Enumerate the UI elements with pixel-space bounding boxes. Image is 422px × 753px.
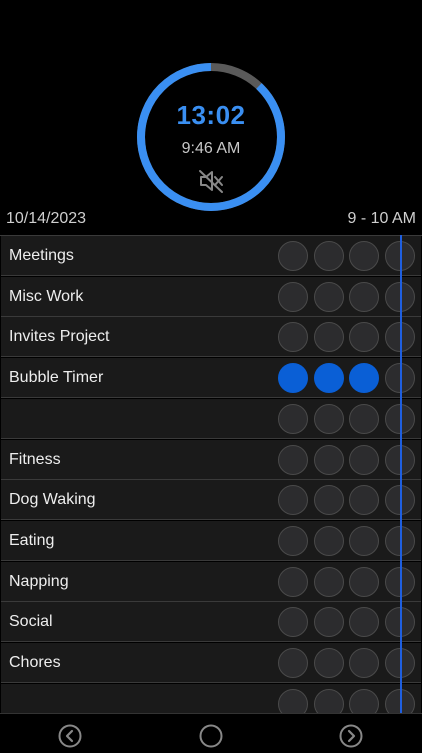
time-bubble[interactable]: [314, 403, 344, 434]
time-bubble[interactable]: [278, 607, 308, 638]
time-bubble[interactable]: [278, 281, 308, 312]
time-bubble[interactable]: [349, 281, 379, 312]
chevron-right-circle-icon[interactable]: [339, 724, 363, 748]
time-bubble[interactable]: [314, 485, 344, 516]
time-bubble[interactable]: [314, 607, 344, 638]
time-bubble[interactable]: [314, 241, 344, 271]
time-bubble[interactable]: [278, 688, 308, 714]
time-bubble[interactable]: [349, 525, 379, 556]
date-label: 10/14/2023: [6, 210, 87, 227]
activity-label: Dog Waking: [9, 491, 96, 509]
chevron-left-circle-icon[interactable]: [58, 724, 82, 748]
time-bubble[interactable]: [278, 322, 308, 353]
time-bubble[interactable]: [278, 566, 308, 597]
time-bubble[interactable]: [278, 403, 308, 434]
speaker-muted-icon[interactable]: [197, 167, 225, 195]
activity-row[interactable]: Bubble Timer: [1, 358, 421, 399]
activity-row[interactable]: Misc Work: [1, 276, 421, 317]
activity-label: Eating: [9, 531, 55, 549]
activity-row[interactable]: Meetings: [1, 236, 421, 276]
countdown-time: 13:02: [176, 100, 246, 130]
activity-label: Social: [9, 613, 53, 631]
time-bubble[interactable]: [349, 403, 379, 434]
time-bubble[interactable]: [349, 444, 379, 475]
time-bubble[interactable]: [278, 241, 308, 271]
activity-label: Invites Project: [9, 328, 110, 346]
activity-label: Bubble Timer: [9, 369, 104, 387]
activity-row[interactable]: [1, 683, 421, 714]
current-time-line: [400, 235, 402, 713]
time-bubble[interactable]: [349, 688, 379, 714]
activity-list: Meetings Misc Work Invites Project Bubble T…: [0, 235, 422, 714]
time-bubble[interactable]: [349, 607, 379, 638]
activity-label: Chores: [9, 654, 61, 671]
hour-range-label: 9 - 10 AM: [347, 210, 416, 227]
current-time: 9:46 AM: [181, 140, 241, 157]
time-bubble[interactable]: [314, 648, 344, 678]
activity-row[interactable]: Fitness: [1, 439, 421, 480]
time-bubble[interactable]: [278, 485, 308, 516]
activity-row[interactable]: Invites Project: [1, 317, 421, 358]
time-bubble[interactable]: [314, 444, 344, 475]
activity-row[interactable]: Napping: [1, 561, 421, 602]
time-bubble[interactable]: [314, 688, 344, 714]
time-bubble[interactable]: [278, 525, 308, 556]
timer-ring[interactable]: 13:02 9:46 AM: [134, 60, 288, 214]
time-bubble[interactable]: [349, 363, 379, 394]
activity-label: Meetings: [9, 247, 74, 264]
time-bubble[interactable]: [349, 241, 379, 271]
time-bubble[interactable]: [349, 648, 379, 678]
time-bubble[interactable]: [314, 322, 344, 353]
time-bubble[interactable]: [314, 566, 344, 597]
time-bubble[interactable]: [278, 648, 308, 678]
activity-row[interactable]: [1, 398, 421, 439]
time-bubble[interactable]: [314, 525, 344, 556]
activity-label: Misc Work: [9, 287, 84, 305]
time-bubble[interactable]: [278, 363, 308, 394]
time-bubble[interactable]: [278, 444, 308, 475]
time-bubble[interactable]: [349, 485, 379, 516]
activity-label: Fitness: [9, 450, 61, 468]
time-bubble[interactable]: [349, 566, 379, 597]
time-bubble[interactable]: [314, 363, 344, 394]
activity-row[interactable]: Dog Waking: [1, 480, 421, 521]
time-bubble[interactable]: [349, 322, 379, 353]
time-bubble[interactable]: [314, 281, 344, 312]
activity-label: Napping: [9, 572, 69, 590]
activity-row[interactable]: Chores: [1, 643, 421, 683]
activity-row[interactable]: Eating: [1, 520, 421, 561]
circle-icon[interactable]: [199, 724, 223, 748]
activity-row[interactable]: Social: [1, 602, 421, 643]
bottom-nav: [0, 713, 422, 751]
